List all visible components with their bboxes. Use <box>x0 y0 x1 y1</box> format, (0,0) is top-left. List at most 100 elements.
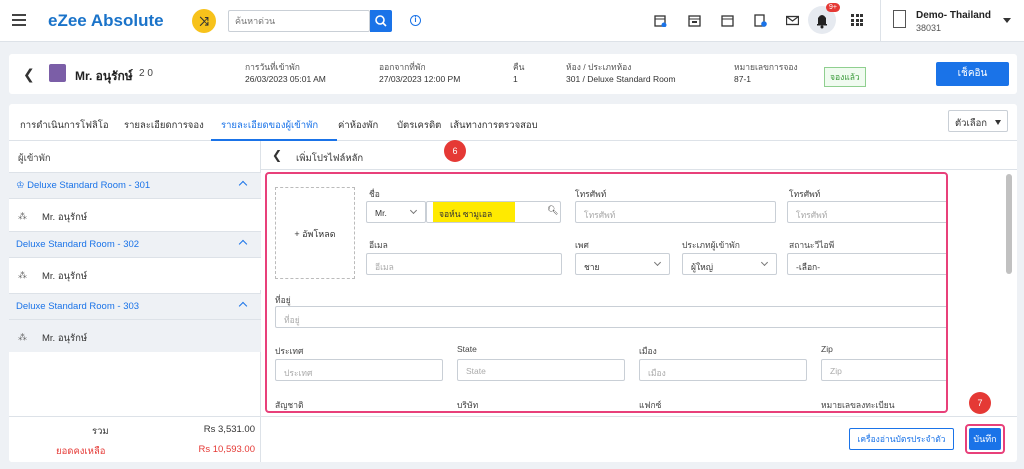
menu-icon[interactable] <box>12 14 26 26</box>
tab-guest-details[interactable]: รายละเอียดของผู้เข้าพัก <box>221 118 318 133</box>
gender-label: เพศ <box>575 240 589 250</box>
tab-audit-trail[interactable]: เส้นทางการตรวจสอบ <box>450 118 538 133</box>
search-icon[interactable]: 🔍︎ <box>547 205 558 216</box>
state-label: State <box>457 344 477 354</box>
back-icon[interactable]: ❮ <box>23 66 35 83</box>
guest-profile-panel: ❮ เพิ่มโปรไฟล์หลัก 6 + อัพโหลด ชื่อ Mr. … <box>261 140 1017 462</box>
id-card-reader-button[interactable]: เครื่องอ่านบัตรประจำตัว <box>849 428 954 450</box>
room-label: ♔ Deluxe Standard Room - 301 <box>16 180 151 191</box>
sidebar-guest-item[interactable]: ⁂ Mr. อนุรักษ์ <box>9 198 261 231</box>
room-value: 301 / Deluxe Standard Room <box>566 74 676 84</box>
gender-select[interactable]: ชาย <box>575 253 670 275</box>
tab-room-charges[interactable]: ค่าห้องพัก <box>338 118 378 133</box>
mail-icon[interactable] <box>786 14 799 27</box>
guest-name: Mr. อนุรักษ์ <box>42 212 88 223</box>
address-label: ที่อยู่ <box>275 295 291 305</box>
form-footer: เครื่องอ่านบัตรประจำตัว บันทึก <box>261 416 1017 462</box>
tab-folio-operations[interactable]: การดำเนินการโฟลิโอ <box>20 118 109 133</box>
mobile-label: โทรศัพท์ <box>789 189 821 199</box>
tab-booking-details[interactable]: รายละเอียดการจอง <box>124 118 204 133</box>
guest-sidebar: ผู้เข้าพัก ♔ Deluxe Standard Room - 301 … <box>9 141 261 462</box>
chevron-up-icon[interactable] <box>238 301 248 311</box>
zip-input[interactable]: Zip <box>821 359 946 381</box>
chevron-down-icon <box>760 258 769 267</box>
calendar-icon[interactable] <box>721 14 734 27</box>
main-panel: การดำเนินการโฟลิโอ รายละเอียดการจอง รายล… <box>9 104 1017 462</box>
total-label: รวม <box>92 426 109 437</box>
search-icon <box>375 15 387 27</box>
notification-badge: 9+ <box>826 3 840 12</box>
salutation-select[interactable]: Mr. <box>366 201 426 223</box>
registration-number-label: หมายเลขลงทะเบียน <box>821 400 895 410</box>
room-label: Deluxe Standard Room - 303 <box>16 301 140 312</box>
email-label: อีเมล <box>369 240 388 250</box>
guest-icon: ⁂ <box>18 332 27 342</box>
departure-label: ออกจากที่พัก <box>379 62 426 72</box>
reservation-number-label: หมายเลขการจอง <box>734 62 798 72</box>
info-icon[interactable]: i <box>410 15 421 26</box>
city-label: เมือง <box>639 346 657 356</box>
profile-form: + อัพโหลด ชื่อ Mr. จอห์น ซามูเอล 🔍︎ โทรศ… <box>265 172 948 413</box>
chevron-up-icon[interactable] <box>238 180 248 190</box>
tab-credit-card[interactable]: บัตรเครดิต <box>397 118 441 133</box>
page-title: เพิ่มโปรไฟล์หลัก <box>296 153 364 164</box>
phone-input[interactable]: โทรศัพท์ <box>575 201 776 223</box>
room-icon <box>49 64 66 82</box>
fax-label: แฟกซ์ <box>639 400 662 410</box>
total-value: Rs 3,531.00 <box>203 424 255 435</box>
calendar-grid-icon[interactable] <box>688 14 701 27</box>
options-dropdown[interactable]: ตัวเลือก <box>948 110 1008 132</box>
checkin-button[interactable]: เช็คอิน <box>936 62 1009 86</box>
balance-value: Rs 10,593.00 <box>198 444 255 455</box>
sidebar-room-303[interactable]: Deluxe Standard Room - 303 <box>9 293 261 319</box>
options-label: ตัวเลือก <box>955 118 988 129</box>
sidebar-room-301[interactable]: ♔ Deluxe Standard Room - 301 <box>9 172 261 198</box>
chevron-up-icon[interactable] <box>238 239 248 249</box>
building-icon <box>893 10 906 28</box>
email-input[interactable]: อีเมล <box>366 253 562 275</box>
content-header: ❮ เพิ่มโปรไฟล์หลัก <box>261 141 1017 170</box>
vip-status-select[interactable]: -เลือก- <box>787 253 946 275</box>
zip-label: Zip <box>821 344 833 354</box>
room-label: ห้อง / ประเภทห้อง <box>566 62 632 72</box>
guest-icon: ⁂ <box>18 270 27 280</box>
caret-down-icon <box>995 120 1001 125</box>
name-input[interactable]: จอห์น ซามูเอล <box>433 202 515 222</box>
vip-status-label: สถานะวีไอพี <box>789 240 835 250</box>
guest-type-select[interactable]: ผู้ใหญ่ <box>682 253 777 275</box>
save-button[interactable]: บันทึก <box>969 428 1001 450</box>
top-bar: eZee Absolute ⤨ i 9+ Demo- Thailand 3803… <box>0 0 1024 42</box>
hotel-dropdown-icon[interactable] <box>1003 18 1011 23</box>
room-label: Deluxe Standard Room - 302 <box>16 239 140 250</box>
reservation-number-value: 87-1 <box>734 74 752 84</box>
calendar-add-icon[interactable] <box>654 14 667 27</box>
hotel-name[interactable]: Demo- Thailand <box>916 10 991 21</box>
sidebar-room-302[interactable]: Deluxe Standard Room - 302 <box>9 231 261 257</box>
country-input[interactable]: ประเทศ <box>275 359 443 381</box>
mobile-input[interactable]: โทรศัพท์ <box>787 201 946 223</box>
shuffle-icon[interactable]: ⤨ <box>192 9 216 33</box>
chevron-down-icon <box>409 206 418 215</box>
reservation-header: ❮ Mr. อนุรักษ์ 2 0 การวันที่เข้าพัก 26/0… <box>9 54 1017 94</box>
nationality-label: สัญชาติ <box>275 400 304 410</box>
sidebar-guest-item[interactable]: ⁂ Mr. อนุรักษ์ <box>9 257 261 290</box>
search-button[interactable] <box>370 10 392 32</box>
arrival-label: การวันที่เข้าพัก <box>245 62 300 72</box>
back-icon[interactable]: ❮ <box>272 148 282 162</box>
guest-name: Mr. อนุรักษ์ <box>75 69 133 83</box>
app-logo[interactable]: eZee Absolute <box>48 11 164 31</box>
search-input[interactable] <box>228 10 370 32</box>
scrollbar-thumb[interactable] <box>1006 174 1012 274</box>
upload-photo-button[interactable]: + อัพโหลด <box>275 187 355 279</box>
hotel-code: 38031 <box>916 23 942 33</box>
state-input[interactable]: State <box>457 359 625 381</box>
tab-bar: การดำเนินการโฟลิโอ รายละเอียดการจอง รายล… <box>9 104 1017 141</box>
sidebar-guest-item-selected[interactable]: ⁂ Mr. อนุรักษ์ <box>9 319 261 352</box>
name-label: ชื่อ <box>369 189 380 199</box>
address-input[interactable]: ที่อยู่ <box>275 306 946 328</box>
apps-grid-icon[interactable] <box>851 14 863 26</box>
country-label: ประเทศ <box>275 346 304 356</box>
chevron-down-icon <box>653 258 662 267</box>
city-input[interactable]: เมือง <box>639 359 807 381</box>
document-money-icon[interactable] <box>754 14 767 27</box>
